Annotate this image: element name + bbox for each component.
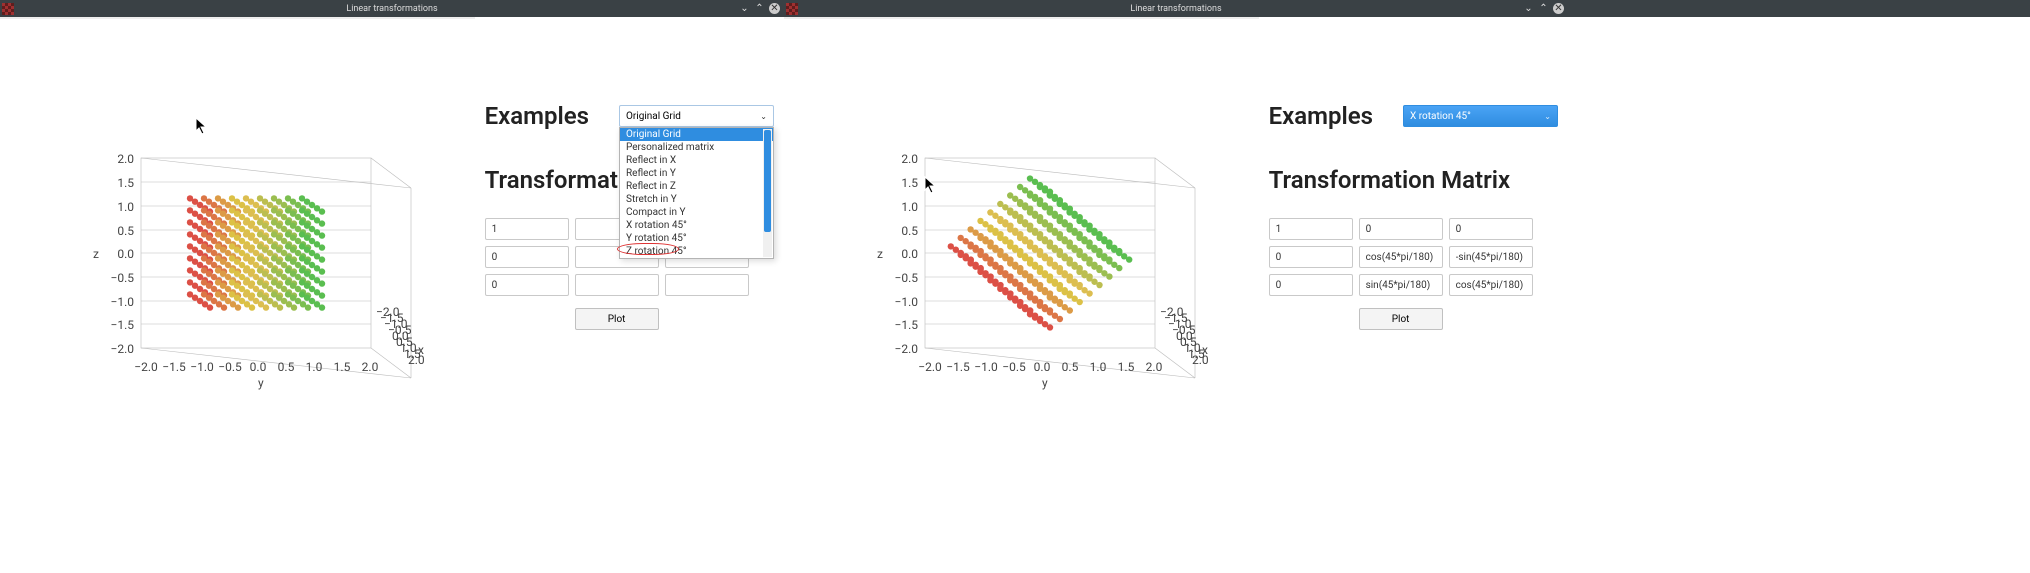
matrix-heading: Transformation Matrix	[1269, 166, 1558, 194]
svg-text:1.0: 1.0	[1090, 360, 1107, 374]
app-icon	[2, 3, 14, 15]
svg-text:0.0: 0.0	[901, 247, 918, 261]
svg-text:−2.0: −2.0	[894, 342, 918, 356]
svg-text:0.5: 0.5	[278, 360, 295, 374]
titlebar[interactable]: Linear transformations ⌄ ⌃ ✕	[0, 0, 784, 17]
dropdown-scrollbar[interactable]	[763, 129, 772, 257]
svg-text:−1.0: −1.0	[894, 295, 918, 309]
matrix-cell-01[interactable]	[1359, 218, 1443, 240]
svg-text:x: x	[1202, 343, 1208, 357]
matrix-cell-12[interactable]	[1449, 246, 1533, 268]
matrix-grid-right	[1269, 218, 1558, 296]
svg-text:1.5: 1.5	[334, 360, 351, 374]
svg-text:2.0: 2.0	[362, 360, 379, 374]
window-right: Linear transformations ⌄ ⌃ ✕	[784, 0, 1568, 17]
svg-text:−1.5: −1.5	[110, 318, 134, 332]
svg-text:0.5: 0.5	[901, 224, 918, 238]
svg-text:0.0: 0.0	[1034, 360, 1051, 374]
examples-select-button[interactable]: Original Grid ⌄	[619, 105, 774, 127]
svg-text:2.0: 2.0	[1146, 360, 1163, 374]
svg-text:−1.0: −1.0	[110, 295, 134, 309]
svg-text:2.0: 2.0	[117, 152, 134, 166]
svg-text:−1.0: −1.0	[974, 360, 998, 374]
matrix-cell-22[interactable]	[665, 274, 749, 296]
svg-text:y: y	[1042, 376, 1048, 390]
svg-text:1.5: 1.5	[901, 176, 918, 190]
close-icon[interactable]: ✕	[769, 3, 780, 14]
matrix-cell-21[interactable]	[575, 274, 659, 296]
dropdown-option[interactable]: Compact in Y	[620, 206, 773, 219]
svg-text:−0.5: −0.5	[894, 271, 918, 285]
examples-select-right[interactable]: X rotation 45° ⌄	[1403, 105, 1558, 127]
svg-text:x: x	[418, 343, 424, 357]
dropdown-option[interactable]: Reflect in Y	[620, 167, 773, 180]
svg-text:−2.0: −2.0	[134, 360, 158, 374]
svg-text:z: z	[877, 247, 883, 261]
examples-select-button[interactable]: X rotation 45° ⌄	[1403, 105, 1558, 127]
matrix-cell-21[interactable]	[1359, 274, 1443, 296]
svg-text:0.5: 0.5	[117, 224, 134, 238]
close-icon[interactable]: ✕	[1553, 3, 1564, 14]
selected-value: Original Grid	[626, 111, 681, 122]
examples-select-left[interactable]: Original Grid ⌄ Original Grid Personaliz…	[619, 105, 774, 127]
window-title: Linear transformations	[784, 4, 1568, 14]
window-controls: ⌄ ⌃ ✕	[739, 3, 780, 14]
svg-text:−2.0: −2.0	[110, 342, 134, 356]
maximize-icon[interactable]: ⌃	[754, 3, 765, 14]
matrix-cell-11[interactable]	[1359, 246, 1443, 268]
plot-button[interactable]: Plot	[1359, 308, 1443, 330]
svg-text:−0.5: −0.5	[1002, 360, 1026, 374]
examples-dropdown-open[interactable]: Original Grid Personalized matrix Reflec…	[619, 127, 774, 259]
svg-text:0.5: 0.5	[1062, 360, 1079, 374]
dropdown-option[interactable]: Stretch in Y	[620, 193, 773, 206]
svg-text:−1.5: −1.5	[162, 360, 186, 374]
dropdown-option[interactable]: Reflect in Z	[620, 180, 773, 193]
dropdown-option[interactable]: Z rotation 45°	[620, 245, 773, 258]
plot-button[interactable]: Plot	[575, 308, 659, 330]
plot-pane-left[interactable]: 2.01.51.0 0.50.0−0.5 −1.0−1.5−2.0 z −2.0…	[0, 17, 475, 19]
titlebar[interactable]: Linear transformations ⌄ ⌃ ✕	[784, 0, 1568, 17]
svg-text:1.0: 1.0	[306, 360, 323, 374]
scatter3d-rotated: 2.0 1.5 1.0 0.5 0.0 −0.5 −1.0 −1.5 −2.0 z −2.0…	[785, 48, 1285, 448]
dropdown-option[interactable]: Original Grid	[620, 128, 773, 141]
svg-text:1.5: 1.5	[117, 176, 134, 190]
svg-text:−2.0: −2.0	[918, 360, 942, 374]
svg-text:−1.5: −1.5	[946, 360, 970, 374]
matrix-cell-22[interactable]	[1449, 274, 1533, 296]
svg-text:y: y	[258, 376, 264, 390]
maximize-icon[interactable]: ⌃	[1538, 3, 1549, 14]
matrix-cell-02[interactable]	[1449, 218, 1533, 240]
window-controls: ⌄ ⌃ ✕	[1523, 3, 1564, 14]
svg-text:−1.0: −1.0	[190, 360, 214, 374]
minimize-icon[interactable]: ⌄	[739, 3, 750, 14]
svg-text:0.0: 0.0	[250, 360, 267, 374]
plot-pane-right[interactable]: 2.01.51.0 0.50.0−0.5 −1.0−1.5−2.0 z −2.0…	[784, 17, 1259, 19]
dropdown-option[interactable]: Personalized matrix	[620, 141, 773, 154]
chevron-down-icon: ⌄	[1544, 112, 1551, 121]
window-title: Linear transformations	[0, 4, 784, 14]
svg-text:1.0: 1.0	[117, 200, 134, 214]
svg-text:0.0: 0.0	[117, 247, 134, 261]
svg-text:1.5: 1.5	[1118, 360, 1135, 374]
dropdown-option[interactable]: Y rotation 45°	[620, 232, 773, 245]
svg-text:−0.5: −0.5	[218, 360, 242, 374]
svg-text:−0.5: −0.5	[110, 271, 134, 285]
app-icon	[786, 3, 798, 15]
svg-text:z: z	[93, 247, 99, 261]
desktop-region	[1568, 0, 2030, 17]
window-left: Linear transformations ⌄ ⌃ ✕	[0, 0, 784, 17]
selected-value: X rotation 45°	[1410, 111, 1471, 122]
minimize-icon[interactable]: ⌄	[1523, 3, 1534, 14]
dropdown-option[interactable]: X rotation 45°	[620, 219, 773, 232]
svg-text:−1.5: −1.5	[894, 318, 918, 332]
chevron-down-icon: ⌄	[760, 112, 767, 121]
scatter3d-original: 2.0 1.5 1.0 0.5 0.0 −0.5 −1.0 −1.5 −2.0 z −2.0…	[1, 48, 501, 448]
svg-text:1.0: 1.0	[901, 200, 918, 214]
dropdown-option[interactable]: Reflect in X	[620, 154, 773, 167]
svg-text:2.0: 2.0	[901, 152, 918, 166]
